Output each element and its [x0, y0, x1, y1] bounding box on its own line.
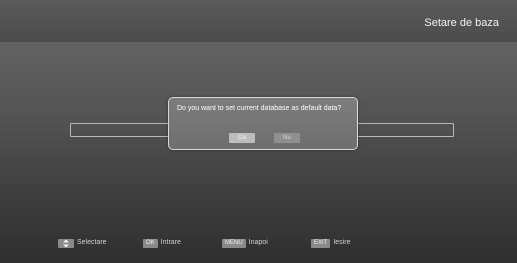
exit-key: EXIT — [311, 238, 331, 248]
yes-button[interactable]: Da — [229, 133, 255, 143]
footer-hints: Selectare OK Intrare MENU Inapoi EXIT Ie… — [0, 236, 517, 250]
ok-key: OK — [143, 238, 158, 248]
hint-select-label: Selectare — [77, 239, 107, 246]
hint-exit-label: Iesire — [333, 239, 351, 246]
hint-ok-label: Intrare — [160, 239, 181, 246]
hint-menu-label: Inapoi — [248, 239, 268, 246]
header-bar: Setare de baza — [0, 0, 517, 42]
hint-ok: OK Intrare — [143, 236, 181, 250]
page-title: Setare de baza — [424, 17, 499, 29]
dialog-message: Do you want to set current database as d… — [177, 105, 342, 112]
hint-menu: MENU Inapoi — [222, 236, 268, 250]
hint-exit: EXIT Iesire — [311, 236, 350, 250]
hint-select: Selectare — [58, 236, 107, 250]
confirm-dialog: Do you want to set current database as d… — [168, 97, 358, 150]
menu-key: MENU — [222, 238, 246, 248]
up-down-arrows-icon — [58, 238, 74, 248]
no-button[interactable]: Nu — [274, 133, 300, 143]
